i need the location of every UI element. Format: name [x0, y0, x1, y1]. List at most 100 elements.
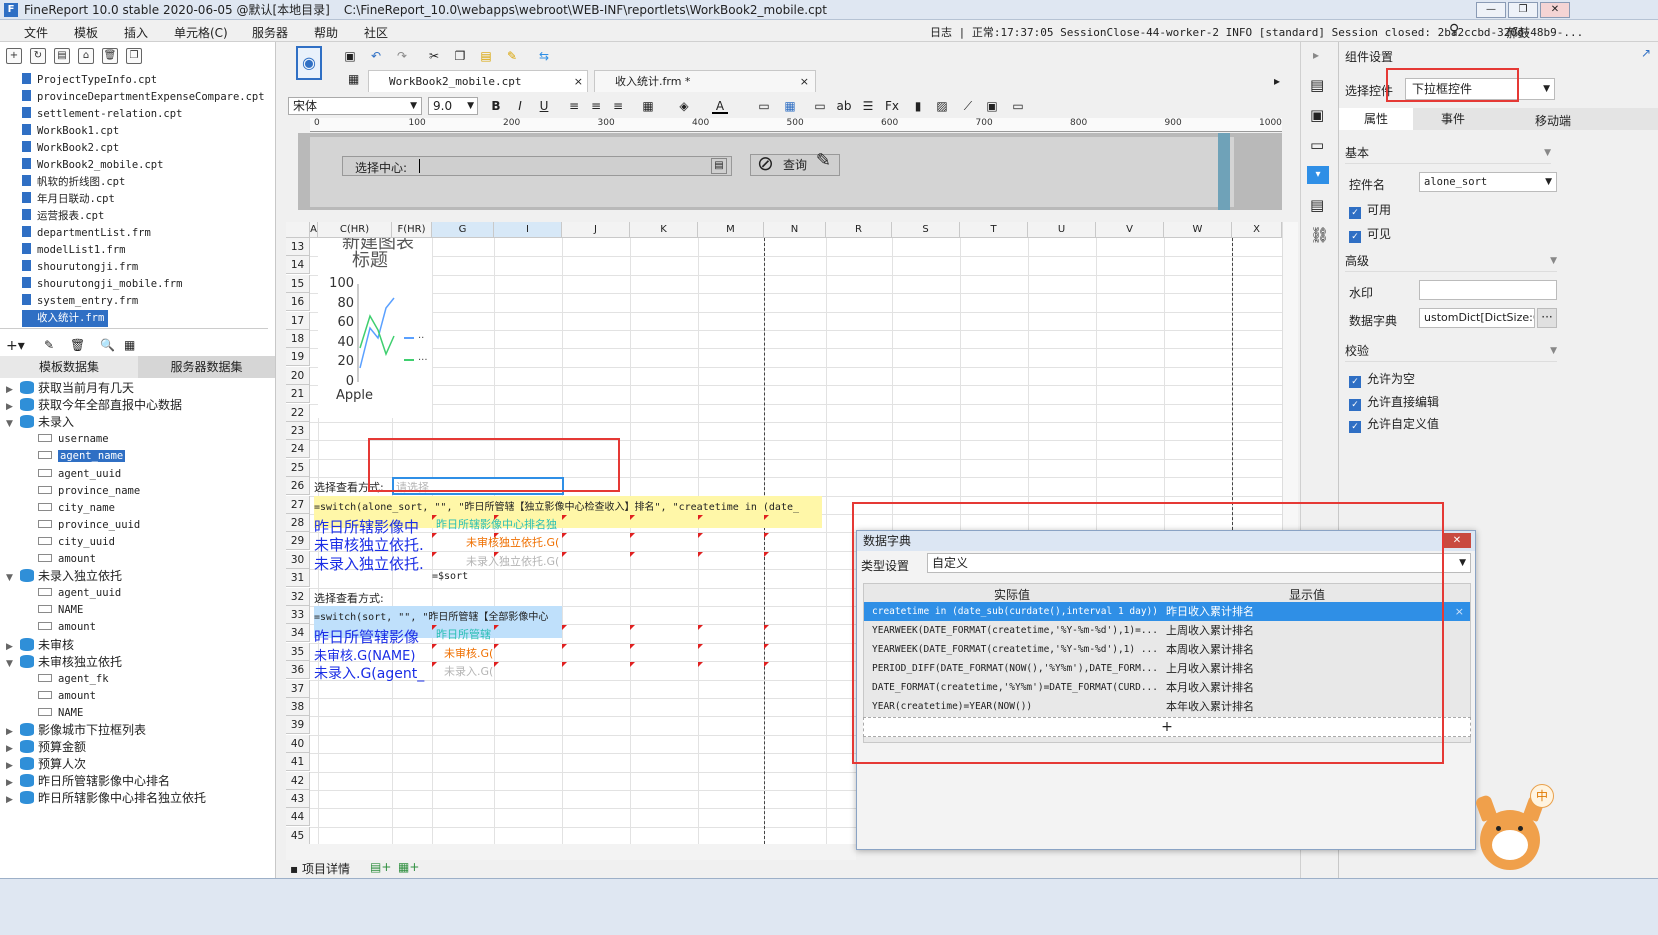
dataset-field[interactable]: province_uuid	[38, 517, 140, 534]
cell-g36[interactable]: 未录入.G(	[444, 663, 494, 679]
image-icon[interactable]: ▨	[934, 98, 950, 114]
menu-file[interactable]: 文件	[24, 24, 48, 41]
file-item[interactable]: departmentList.frm	[22, 225, 151, 242]
column-header[interactable]: A	[310, 222, 318, 238]
tab-properties[interactable]: 属性	[1339, 108, 1413, 130]
underline-icon[interactable]: U	[536, 98, 552, 114]
allow-empty-checkbox[interactable]: ✓ 允许为空	[1349, 370, 1415, 388]
file-item[interactable]: WorkBook2_mobile.cpt	[22, 157, 163, 174]
switch-icon[interactable]: ⇆	[536, 48, 552, 64]
dict-actual-value[interactable]: createtime in (date_sub(curdate(),interv…	[872, 602, 1157, 621]
add-dashboard-icon[interactable]: ▦+	[398, 860, 419, 874]
dict-row[interactable]: YEARWEEK(DATE_FORMAT(createtime,'%Y-%m-%…	[864, 640, 1470, 659]
dataset-item[interactable]: ▼ 未录入	[6, 414, 74, 431]
dataset-field[interactable]: city_name	[38, 500, 115, 517]
file-item[interactable]: 年月日联动.cpt	[22, 191, 115, 208]
column-header[interactable]: K	[630, 222, 698, 238]
slash-icon[interactable]: ⟋	[960, 98, 976, 114]
cell-g28[interactable]: 昨日所辖影像中心排名独	[436, 516, 564, 532]
menu-server[interactable]: 服务器	[252, 24, 288, 41]
row-header[interactable]: 13	[286, 238, 310, 256]
row-header[interactable]: 36	[286, 661, 310, 680]
row-header[interactable]: 32	[286, 587, 310, 606]
maximize-button[interactable]: ❐	[1508, 2, 1538, 18]
cell-c32[interactable]: 选择查看方式:	[314, 590, 394, 606]
column-header[interactable]: T	[960, 222, 1028, 238]
dataset-item[interactable]: ▼ 未录入独立依托	[6, 568, 122, 585]
tab-events[interactable]: 事件	[1413, 108, 1493, 130]
cell-g29[interactable]: 未审核独立依托.G(	[466, 534, 566, 550]
row-header[interactable]: 25	[286, 458, 310, 477]
dataset-field[interactable]: username	[38, 431, 109, 448]
merge-icon[interactable]: ▭	[756, 98, 772, 114]
column-header[interactable]: N	[764, 222, 826, 238]
new-folder-icon[interactable]: +	[6, 48, 22, 64]
row-header[interactable]: 44	[286, 808, 310, 827]
delete-row-icon[interactable]: ×	[1455, 602, 1464, 621]
dataset-item[interactable]: ▼ 未审核独立依托	[6, 654, 122, 671]
file-item[interactable]: shourutongji_mobile.frm	[22, 276, 182, 293]
dataset-item[interactable]: ▶ 未审核	[6, 637, 74, 654]
table-icon[interactable]: ▦	[782, 98, 798, 114]
row-header[interactable]: 23	[286, 422, 310, 440]
column-header[interactable]: C(HR)	[318, 222, 392, 238]
menu-template[interactable]: 模板	[74, 24, 98, 41]
column-header[interactable]: F(HR)	[392, 222, 432, 238]
row-header[interactable]: 28	[286, 514, 310, 532]
dataset-field[interactable]: amount	[38, 551, 96, 568]
undo-icon[interactable]: ↶	[368, 48, 384, 64]
query-button[interactable]: ⊘ 查询 ✎	[750, 151, 840, 176]
align-left-icon[interactable]: ≡	[566, 98, 582, 114]
dataset-field[interactable]: agent_fk	[38, 671, 109, 688]
open-icon[interactable]: ▤	[54, 48, 70, 64]
row-header[interactable]: 29	[286, 532, 310, 551]
dataset-field[interactable]: NAME	[38, 602, 83, 619]
dict-row[interactable]: DATE_FORMAT(createtime,'%Y%m')=DATE_FORM…	[864, 678, 1470, 697]
center-select[interactable]: 选择中心: ▤	[342, 156, 732, 176]
dataset-item[interactable]: ▶ 昨日所管辖影像中心排名	[6, 773, 170, 790]
row-header[interactable]: 15	[286, 274, 310, 293]
dict-row[interactable]: PERIOD_DIFF(DATE_FORMAT(NOW(),'%Y%m'),DA…	[864, 659, 1470, 678]
menu-help[interactable]: 帮助	[314, 24, 338, 41]
more-icon[interactable]: ▭	[1010, 98, 1026, 114]
row-header[interactable]: 22	[286, 403, 310, 422]
column-header[interactable]: U	[1028, 222, 1096, 238]
cell-c30[interactable]: 未录入独立依托.	[314, 553, 430, 574]
file-item[interactable]: 帆软的折线图.cpt	[22, 174, 125, 191]
dict-row[interactable]: YEARWEEK(DATE_FORMAT(createtime,'%Y-%m-%…	[864, 621, 1470, 640]
dataset-field[interactable]: city_uuid	[38, 534, 115, 551]
row-header[interactable]: 43	[286, 790, 310, 808]
add-row-button[interactable]: +	[863, 717, 1471, 737]
row-header[interactable]: 42	[286, 771, 310, 790]
collapse-icon[interactable]: ▼	[6, 656, 16, 673]
row-header[interactable]: 20	[286, 366, 310, 385]
row-header[interactable]: 17	[286, 311, 310, 330]
cell-g35[interactable]: 未审核.G(	[444, 645, 494, 661]
border-icon[interactable]: ▦	[640, 98, 656, 114]
tab-workbook2-mobile[interactable]: WorkBook2_mobile.cpt ×	[368, 70, 588, 92]
visible-checkbox[interactable]: ✓ 可见	[1349, 225, 1391, 243]
horizontal-scrollbar[interactable]	[286, 844, 856, 860]
cell-g34[interactable]: 昨日所管辖	[436, 626, 494, 642]
dataset-item[interactable]: ▶ 预算金额	[6, 739, 86, 756]
allow-edit-checkbox[interactable]: ✓ 允许直接编辑	[1349, 393, 1439, 411]
preview-icon[interactable]: 🔍	[100, 338, 115, 352]
row-header[interactable]: 26	[286, 477, 310, 496]
add-dataset-icon[interactable]: +▾	[6, 338, 25, 354]
tab-mobile-label[interactable]: 移动端	[1535, 112, 1571, 129]
column-header[interactable]: R	[826, 222, 892, 238]
row-header[interactable]: 14	[286, 256, 310, 275]
column-header[interactable]: S	[892, 222, 960, 238]
row-header[interactable]: 37	[286, 679, 310, 698]
subreport-icon[interactable]: ▣	[984, 98, 1000, 114]
dict-display-value[interactable]: 上月收入累计排名	[1166, 659, 1366, 678]
row-header[interactable]: 39	[286, 716, 310, 735]
sheet-tab[interactable]: ▪ 项目详情	[290, 860, 360, 878]
file-item[interactable]: WorkBook1.cpt	[22, 123, 119, 140]
menu-insert[interactable]: 插入	[124, 24, 148, 41]
dict-actual-value[interactable]: PERIOD_DIFF(DATE_FORMAT(NOW(),'%Y%m'),DA…	[872, 659, 1157, 678]
cell-c35[interactable]: 未审核.G(NAME)	[314, 645, 430, 664]
row-header[interactable]: 19	[286, 348, 310, 367]
data-dict-field[interactable]: ustomDict[DictSize:6]	[1419, 308, 1535, 328]
column-header[interactable]: X	[1232, 222, 1282, 238]
